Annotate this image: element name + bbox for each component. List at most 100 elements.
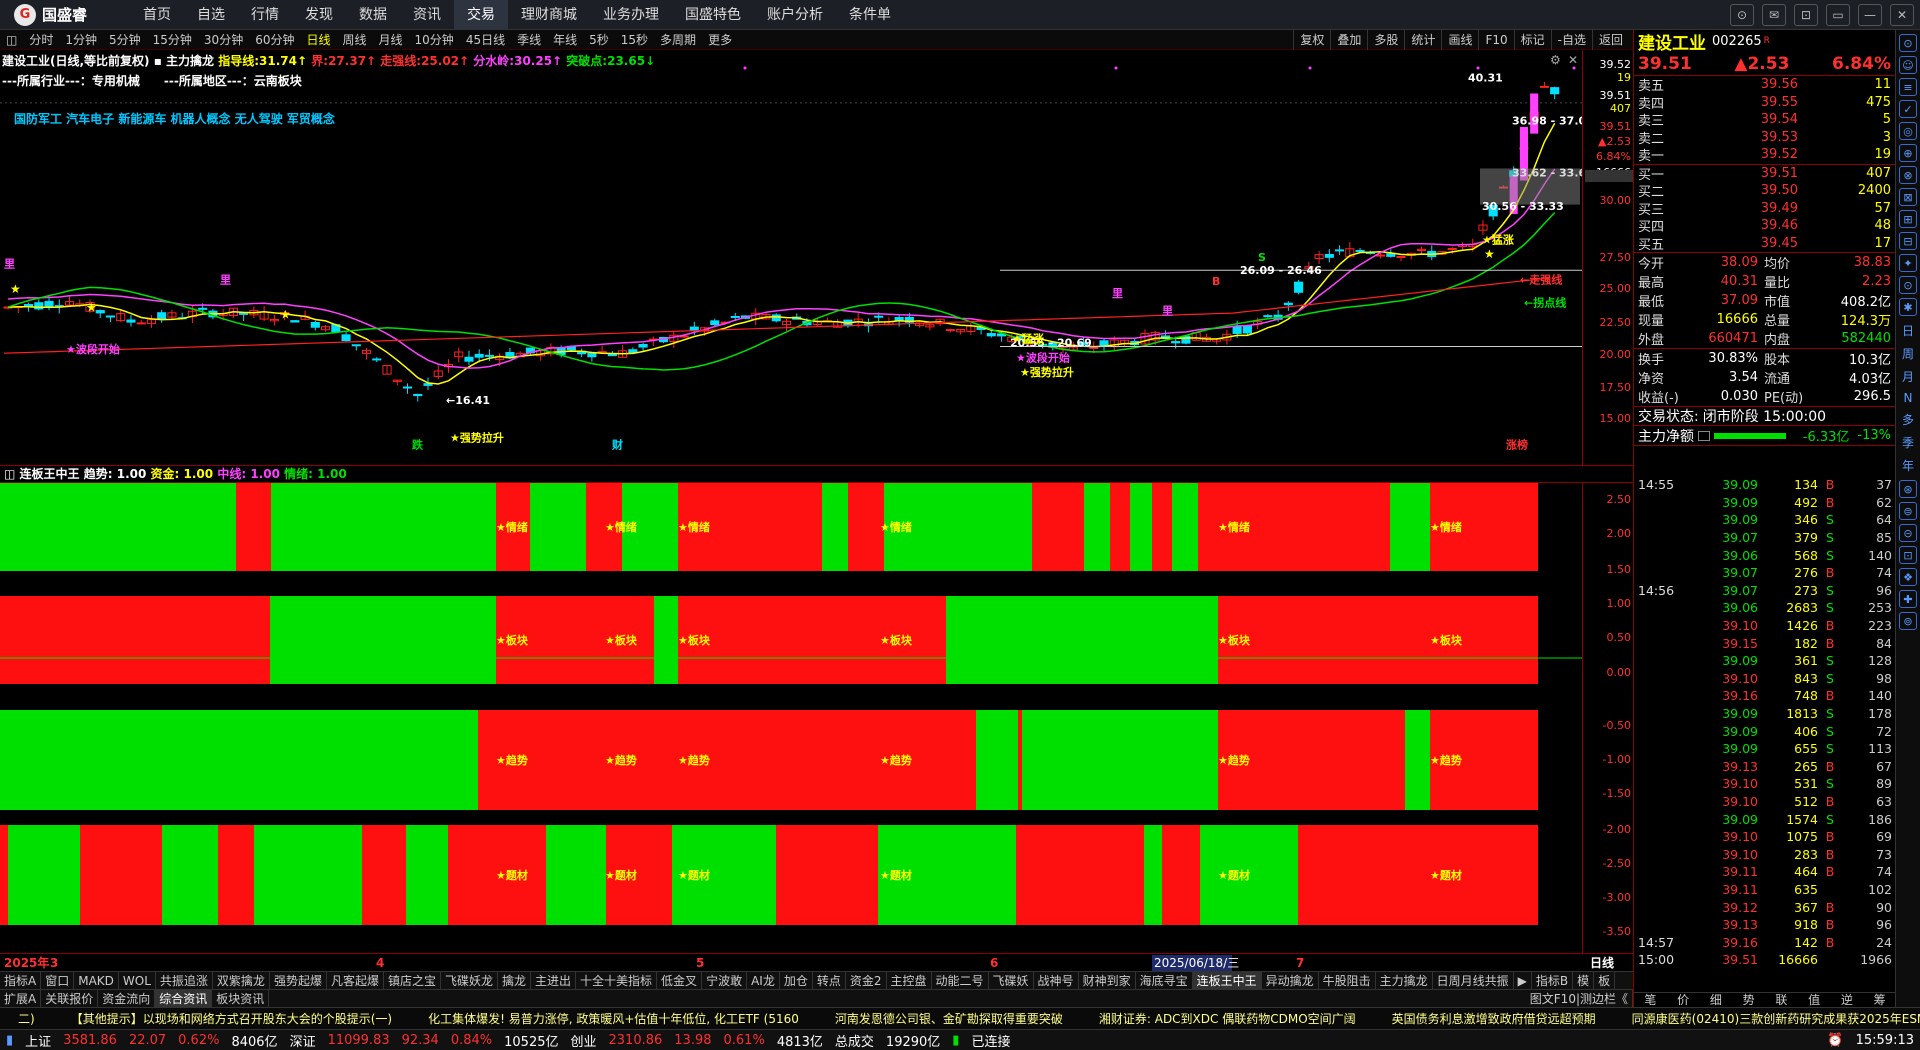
sidebar-icon-6[interactable]: ⊗ xyxy=(1899,166,1917,184)
sz-label[interactable]: 深证 xyxy=(284,1031,322,1050)
indicator-tab-32[interactable]: 模 xyxy=(1573,972,1595,989)
indicator-tab-27[interactable]: 牛股阻击 xyxy=(1319,972,1376,989)
quote-tab-0[interactable]: 笔 xyxy=(1634,993,1667,1007)
screen-icon[interactable]: ⊡ xyxy=(1794,4,1818,26)
quote-tab-6[interactable]: 逆 xyxy=(1831,993,1864,1007)
indicator-tab-4[interactable]: 共振追涨 xyxy=(156,972,213,989)
news-item-1[interactable]: 【其他提示】以现场和网络方式召开股东大会的个股提示(一) xyxy=(53,1010,410,1027)
indicator-tab-17[interactable]: 转点 xyxy=(813,972,846,989)
period-10[interactable]: 45日线 xyxy=(460,30,511,50)
period-4[interactable]: 30分钟 xyxy=(198,30,249,50)
tool-5[interactable]: F10 xyxy=(1478,30,1513,50)
news-ticker[interactable]: 二) 【其他提示】以现场和网络方式召开股东大会的个股提示(一) 化工集体爆发! 易普… xyxy=(0,1007,1920,1029)
nav-item-2[interactable]: 行情 xyxy=(238,0,292,30)
news-item-4[interactable]: 湘财证券: ADC到XDC 偶联药物CDMO空间广阔 xyxy=(1081,1010,1374,1027)
indicator-chart-area[interactable]: ★情绪 ★情绪 ★情绪 ★情绪 ★情绪 ★情绪 ★板块 ★板块 ★板块 ★板块 ★板块 ★板块 ★趋势 ★… xyxy=(0,483,1582,953)
indicator-tab-3[interactable]: WOL xyxy=(119,972,156,989)
info-tab-1[interactable]: 关联报价 xyxy=(41,990,99,1007)
concept-tags[interactable]: 国防军工 汽车电子 新能源车 机器人概念 无人驾驶 军贸概念 xyxy=(14,110,335,127)
info-tab-3[interactable]: 综合资讯 xyxy=(155,990,213,1007)
indicator-tab-6[interactable]: 强势起爆 xyxy=(270,972,327,989)
indicator-tab-30[interactable]: ▶ xyxy=(1514,972,1532,989)
close-icon[interactable]: ✕ xyxy=(1890,4,1914,26)
indicator-chart[interactable]: ★情绪 ★情绪 ★情绪 ★情绪 ★情绪 ★情绪 ★板块 ★板块 ★板块 ★板块 ★板块 ★板块 ★趋势 ★… xyxy=(0,483,1582,953)
f10-sidebar-toggle[interactable]: 图文F10|测边栏《 xyxy=(1526,990,1633,1007)
indicator-tab-22[interactable]: 战神号 xyxy=(1034,972,1079,989)
sidebar-icon-4[interactable]: ◎ xyxy=(1899,122,1917,140)
nav-item-3[interactable]: 发现 xyxy=(292,0,346,30)
main-fund-line[interactable]: 主力净额 -6.33亿 -13% xyxy=(1634,426,1895,446)
sidebar-period-6[interactable]: 年 xyxy=(1896,457,1920,474)
sidebar-icon-3[interactable]: ✓ xyxy=(1899,100,1917,118)
info-tab-0[interactable]: 扩展A xyxy=(0,990,42,1007)
message-icon[interactable]: ⊙ xyxy=(1730,4,1754,26)
sidebar-period-1[interactable]: 周 xyxy=(1896,345,1920,362)
sidebar-icon-b3[interactable]: ⊡ xyxy=(1899,546,1917,564)
nav-item-4[interactable]: 数据 xyxy=(346,0,400,30)
quote-tab-3[interactable]: 势 xyxy=(1732,993,1765,1007)
indicator-tab-13[interactable]: 低金叉 xyxy=(657,972,703,989)
quote-tab-7[interactable]: 筹 xyxy=(1863,993,1896,1007)
sidebar-icon-5[interactable]: ⊕ xyxy=(1899,144,1917,162)
indicator-tab-31[interactable]: 指标B xyxy=(1532,972,1574,989)
indicator-tab-10[interactable]: 擒龙 xyxy=(498,972,532,989)
news-item-3[interactable]: 河南发恩德公司银、金矿勘探取得重要突破 xyxy=(817,1010,1081,1027)
nav-item-1[interactable]: 自选 xyxy=(184,0,238,30)
sidebar-icon-b0[interactable]: ⊛ xyxy=(1899,480,1917,498)
sidebar-period-0[interactable]: 日 xyxy=(1896,322,1920,339)
tick-list[interactable]: 14:55 39.09 134 B 37 39.09 492 B 62 39.09 346 S 64 39… xyxy=(1634,476,1896,969)
indicator-tab-18[interactable]: 资金2 xyxy=(846,972,887,989)
period-8[interactable]: 月线 xyxy=(373,30,409,50)
tool-6[interactable]: 标记 xyxy=(1513,30,1551,50)
tool-1[interactable]: 叠加 xyxy=(1330,30,1367,50)
indicator-tab-7[interactable]: 凡客起爆 xyxy=(327,972,384,989)
tool-0[interactable]: 复权 xyxy=(1293,30,1330,50)
period-14[interactable]: 15秒 xyxy=(615,30,654,50)
tool-7[interactable]: -自选 xyxy=(1550,30,1592,50)
period-6[interactable]: 日线 xyxy=(300,30,336,50)
indicator-tab-1[interactable]: 窗口 xyxy=(41,972,75,989)
news-item-6[interactable]: 同源康医药(02410)三款创新药研究成果获2025年ESMO大 xyxy=(1614,1010,1920,1027)
alarm-icon[interactable]: ⏰ xyxy=(1821,1033,1849,1048)
indicator-tab-0[interactable]: 指标A xyxy=(0,972,42,989)
indicator-tab-28[interactable]: 主力擒龙 xyxy=(1376,972,1433,989)
layout-toggle-icon[interactable]: ◫ xyxy=(0,30,23,50)
period-13[interactable]: 5秒 xyxy=(583,30,615,50)
sidebar-icon-10[interactable]: ✦ xyxy=(1899,254,1917,272)
indicator-tab-26[interactable]: 异动擒龙 xyxy=(1262,972,1319,989)
indicator-tab-24[interactable]: 海底寻宝 xyxy=(1136,972,1193,989)
news-item-5[interactable]: 英国债务利息激增致政府借贷远超预期 xyxy=(1374,1010,1614,1027)
quote-tab-2[interactable]: 细 xyxy=(1700,993,1733,1007)
period-0[interactable]: 分时 xyxy=(23,30,59,50)
sidebar-icon-b2[interactable]: ⊝ xyxy=(1899,524,1917,542)
period-12[interactable]: 年线 xyxy=(547,30,583,50)
sidebar-icon-1[interactable]: ☺ xyxy=(1899,56,1917,74)
sidebar-period-3[interactable]: N xyxy=(1896,391,1920,405)
period-7[interactable]: 周线 xyxy=(337,30,373,50)
indicator-tab-14[interactable]: 宁波敢 xyxy=(702,972,748,989)
indicator-tab-25[interactable]: 连板王中王 xyxy=(1192,972,1262,989)
restore-icon[interactable]: ▭ xyxy=(1826,4,1850,26)
sidebar-icon-11[interactable]: ⊙ xyxy=(1899,276,1917,294)
sidebar-icon-b1[interactable]: ⊜ xyxy=(1899,502,1917,520)
nav-item-11[interactable]: 条件单 xyxy=(836,0,904,30)
nav-item-9[interactable]: 国盛特色 xyxy=(672,0,754,30)
quote-tab-1[interactable]: 价 xyxy=(1667,993,1700,1007)
indicator-tab-2[interactable]: MAKD xyxy=(74,972,119,989)
sidebar-icon-b5[interactable]: ✚ xyxy=(1899,590,1917,608)
period-16[interactable]: 更多 xyxy=(702,30,738,50)
period-15[interactable]: 多周期 xyxy=(654,30,702,50)
sidebar-period-2[interactable]: 月 xyxy=(1896,368,1920,385)
news-item-2[interactable]: 化工集体爆发! 易普力涨停, 政策暖风+估值十年低位, 化工ETF (5160 xyxy=(410,1010,817,1027)
sidebar-icon-7[interactable]: ⊠ xyxy=(1899,188,1917,206)
indicator-tab-19[interactable]: 主控盘 xyxy=(887,972,932,989)
tool-4[interactable]: 画线 xyxy=(1441,30,1478,50)
nav-item-8[interactable]: 业务办理 xyxy=(590,0,672,30)
period-11[interactable]: 季线 xyxy=(511,30,547,50)
sidebar-icon-9[interactable]: ⊟ xyxy=(1899,232,1917,250)
indicator-tab-8[interactable]: 镇店之宝 xyxy=(384,972,441,989)
sidebar-icon-b4[interactable]: ❖ xyxy=(1899,568,1917,586)
period-5[interactable]: 60分钟 xyxy=(249,30,300,50)
indicator-tab-15[interactable]: AI龙 xyxy=(747,972,780,989)
kline-chart-area[interactable]: 40.31 ←16.41 36.98 - 37.0 33.62 - 33.67 30.5… xyxy=(0,50,1582,465)
